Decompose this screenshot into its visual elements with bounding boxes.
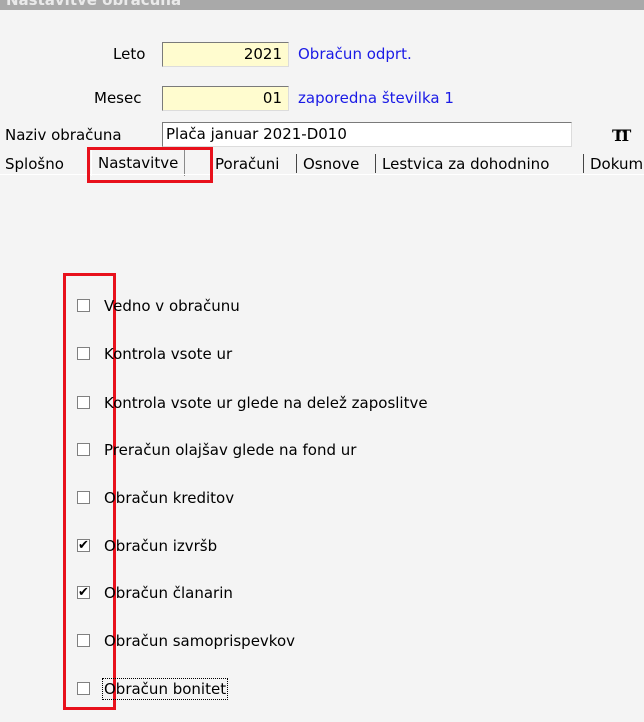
- checkbox[interactable]: [77, 347, 90, 360]
- window-title: Nastavitve obračuna: [6, 0, 182, 9]
- option-label: Obračun samoprispevkov: [104, 632, 296, 650]
- tab-separator: [583, 154, 584, 173]
- checkbox[interactable]: [77, 634, 90, 647]
- font-tt-icon[interactable]: TT: [612, 126, 631, 145]
- naziv-label: Naziv obračuna: [5, 126, 122, 144]
- checkbox[interactable]: [77, 443, 90, 456]
- tab-lestvica[interactable]: Lestvica za dohodnino: [382, 155, 549, 173]
- status-note: Obračun odprt.: [298, 45, 412, 63]
- leto-label: Leto: [113, 45, 146, 63]
- tab-splosno[interactable]: Splošno: [5, 155, 64, 173]
- tab-poracuni[interactable]: Poračuni: [215, 155, 279, 173]
- highlight-tab-box: [87, 147, 213, 183]
- window-title-bar: Nastavitve obračuna: [0, 0, 644, 10]
- checkbox[interactable]: [77, 682, 90, 695]
- mesec-field[interactable]: 01: [162, 86, 289, 111]
- checkbox[interactable]: ✔: [77, 539, 90, 552]
- tab-separator: [375, 154, 376, 173]
- option-label: Obračun bonitet: [101, 678, 229, 700]
- checkbox[interactable]: [77, 396, 90, 409]
- option-label: Kontrola vsote ur: [104, 345, 233, 363]
- sequence-note: zaporedna številka 1: [298, 89, 454, 107]
- option-label: Obračun kreditov: [104, 489, 235, 507]
- naziv-field[interactable]: Plača januar 2021-D010: [162, 122, 572, 147]
- mesec-label: Mesec: [94, 89, 142, 107]
- tab-separator: [296, 154, 297, 173]
- checkbox[interactable]: [77, 491, 90, 504]
- option-label: Obračun članarin: [104, 584, 233, 602]
- option-label: Obračun izvršb: [104, 537, 218, 555]
- leto-field[interactable]: 2021: [162, 42, 289, 67]
- option-label: Preračun olajšav glede na fond ur: [104, 441, 357, 459]
- checkbox[interactable]: [77, 299, 90, 312]
- checkbox[interactable]: ✔: [77, 586, 90, 599]
- tab-osnove[interactable]: Osnove: [303, 155, 359, 173]
- option-label: Kontrola vsote ur glede na delež zaposli…: [104, 394, 428, 412]
- tab-dokum[interactable]: Dokum: [590, 155, 643, 173]
- option-label: Vedno v obračunu: [104, 297, 240, 315]
